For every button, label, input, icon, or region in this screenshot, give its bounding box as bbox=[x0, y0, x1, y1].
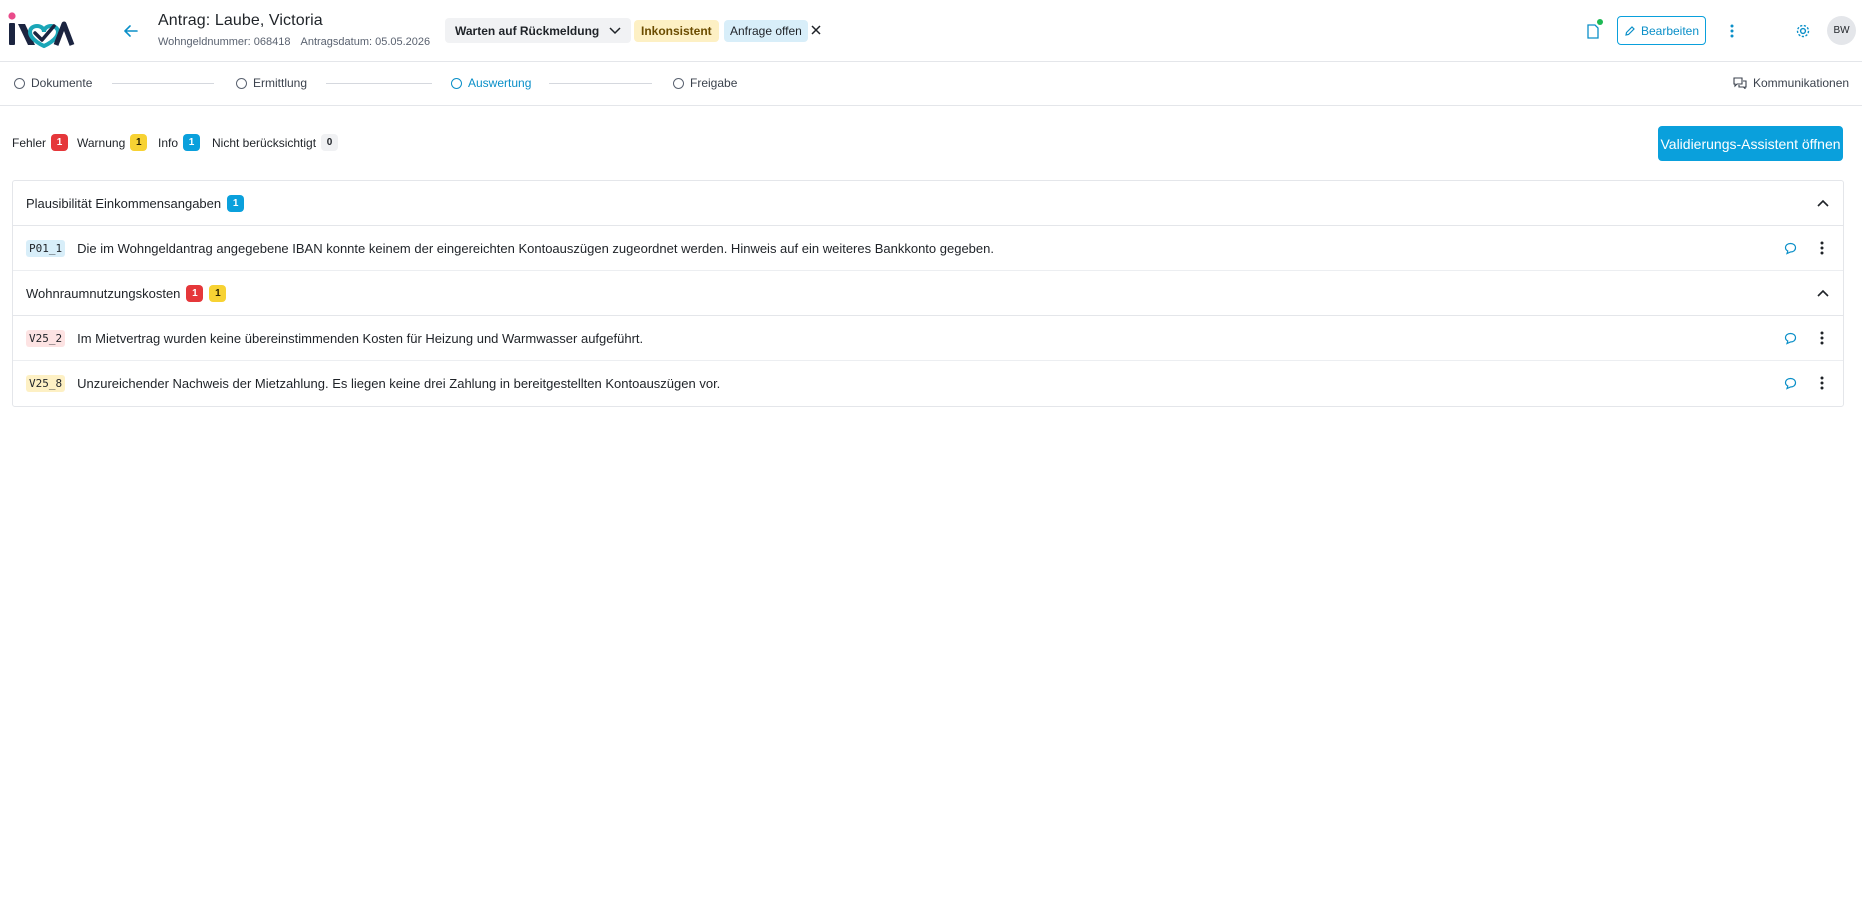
rule-message: Die im Wohngeldantrag angegebene IBAN ko… bbox=[77, 240, 994, 256]
rule-code-badge: V25_8 bbox=[26, 375, 66, 392]
antragsdatum-text: Antragsdatum: 05.05.2026 bbox=[300, 36, 431, 48]
filter-label: Fehler bbox=[12, 135, 47, 150]
wohngeldnummer-text: Wohngeldnummer: 068418 bbox=[158, 36, 291, 48]
pencil-icon bbox=[1625, 25, 1635, 36]
count-badge-info: 1 bbox=[227, 194, 245, 212]
rule-message: Im Mietvertrag wurden keine übereinstimm… bbox=[77, 330, 644, 346]
group-header-wohnraumnutzungskosten[interactable]: Wohnraumnutzungskosten 1 1 bbox=[13, 271, 1843, 316]
status-select-value: Warten auf Rückmeldung bbox=[455, 23, 600, 38]
comment-icon[interactable] bbox=[1781, 374, 1799, 392]
step-auswertung[interactable]: Auswertung bbox=[451, 76, 531, 90]
count-badge-warning: 1 bbox=[209, 284, 227, 302]
step-circle-icon bbox=[451, 77, 462, 89]
more-options-icon[interactable] bbox=[1723, 19, 1741, 43]
count-badge-ignored: 0 bbox=[321, 134, 339, 151]
back-arrow-icon[interactable] bbox=[120, 20, 142, 42]
chevron-up-icon[interactable] bbox=[1815, 285, 1831, 301]
page-title: Antrag: Laube, Victoria bbox=[158, 12, 323, 29]
step-label: Freigabe bbox=[690, 76, 738, 90]
list-item: P01_1 Die im Wohngeldantrag angegebene I… bbox=[13, 226, 1843, 271]
edit-button[interactable]: Bearbeiten bbox=[1617, 16, 1706, 45]
rule-code-badge: V25_2 bbox=[26, 329, 66, 347]
step-label: Auswertung bbox=[468, 76, 532, 90]
step-connector bbox=[112, 83, 214, 84]
list-item: V25_8 Unzureichender Nachweis der Mietza… bbox=[13, 361, 1843, 406]
rule-message: Unzureichender Nachweis der Mietzahlung.… bbox=[77, 376, 721, 391]
more-options-icon[interactable] bbox=[1813, 239, 1831, 257]
process-stepper: Dokumente Ermittlung Auswertung Freigabe… bbox=[0, 62, 1862, 106]
filter-label: Info bbox=[158, 135, 179, 150]
application-meta: Wohngeldnummer: 068418 Antragsdatum: 05.… bbox=[158, 36, 430, 48]
group-header-plausibilitaet[interactable]: Plausibilität Einkommensangaben 1 bbox=[13, 181, 1843, 226]
row-actions bbox=[1781, 374, 1831, 392]
chevron-up-icon[interactable] bbox=[1815, 195, 1831, 211]
row-actions bbox=[1781, 239, 1831, 257]
communications-label: Kommunikationen bbox=[1753, 76, 1850, 90]
filter-label: Warnung bbox=[77, 135, 126, 150]
step-connector bbox=[326, 83, 432, 84]
count-badge-warning: 1 bbox=[130, 134, 148, 151]
notification-dot bbox=[1597, 19, 1603, 25]
gear-icon[interactable] bbox=[1791, 19, 1815, 43]
step-dokumente[interactable]: Dokumente bbox=[14, 76, 92, 90]
filter-label: Nicht berücksichtigt bbox=[212, 135, 317, 150]
step-label: Dokumente bbox=[31, 76, 93, 90]
status-badge-anfrage: Anfrage offen bbox=[724, 20, 808, 42]
rule-code-badge: P01_1 bbox=[26, 239, 66, 257]
status-select[interactable]: Warten auf Rückmeldung bbox=[445, 18, 632, 43]
more-options-icon[interactable] bbox=[1813, 329, 1831, 347]
comment-icon[interactable] bbox=[1781, 329, 1799, 347]
filter-fehler[interactable]: Fehler 1 bbox=[12, 134, 69, 151]
document-icon[interactable] bbox=[1582, 19, 1604, 43]
edit-button-label: Bearbeiten bbox=[1640, 23, 1700, 38]
application-title-block: Antrag: Laube, Victoria Wohngeldnummer: … bbox=[158, 12, 430, 48]
app-header: Antrag: Laube, Victoria Wohngeldnummer: … bbox=[0, 0, 1862, 62]
count-badge-error: 1 bbox=[186, 284, 204, 302]
status-badge-inconsistent: Inkonsistent bbox=[634, 20, 719, 42]
chat-bubbles-icon bbox=[1733, 77, 1747, 89]
filter-warnung[interactable]: Warnung 1 bbox=[77, 134, 148, 151]
open-validation-assistant-button[interactable]: Validierungs-Assistent öffnen bbox=[1658, 126, 1843, 161]
count-badge-error: 1 bbox=[51, 134, 69, 151]
step-connector bbox=[549, 83, 652, 84]
iva-logo[interactable] bbox=[4, 10, 76, 52]
comment-icon[interactable] bbox=[1781, 239, 1799, 257]
validation-filter-bar: Fehler 1 Warnung 1 Info 1 Nicht berücksi… bbox=[0, 106, 1862, 180]
avatar[interactable]: BW bbox=[1827, 16, 1856, 45]
group-title: Plausibilität Einkommensangaben bbox=[26, 195, 222, 211]
validation-results-panel: Plausibilität Einkommensangaben 1 P01_1 … bbox=[12, 180, 1844, 407]
count-badge-info: 1 bbox=[183, 134, 201, 151]
group-title: Wohnraumnutzungskosten bbox=[26, 285, 181, 301]
step-circle-icon bbox=[14, 77, 25, 89]
close-icon[interactable] bbox=[808, 20, 824, 40]
list-item: V25_2 Im Mietvertrag wurden keine überei… bbox=[13, 316, 1843, 361]
filter-nicht-beruecksichtigt[interactable]: Nicht berücksichtigt 0 bbox=[212, 134, 339, 151]
step-circle-icon bbox=[236, 77, 247, 89]
chevron-down-icon bbox=[609, 26, 621, 34]
step-freigabe[interactable]: Freigabe bbox=[673, 76, 737, 90]
row-actions bbox=[1781, 329, 1831, 347]
step-ermittlung[interactable]: Ermittlung bbox=[236, 76, 307, 90]
step-label: Ermittlung bbox=[253, 76, 308, 90]
communications-button[interactable]: Kommunikationen bbox=[1733, 76, 1849, 90]
step-circle-icon bbox=[673, 77, 684, 89]
more-options-icon[interactable] bbox=[1813, 374, 1831, 392]
filter-info[interactable]: Info 1 bbox=[158, 134, 201, 151]
